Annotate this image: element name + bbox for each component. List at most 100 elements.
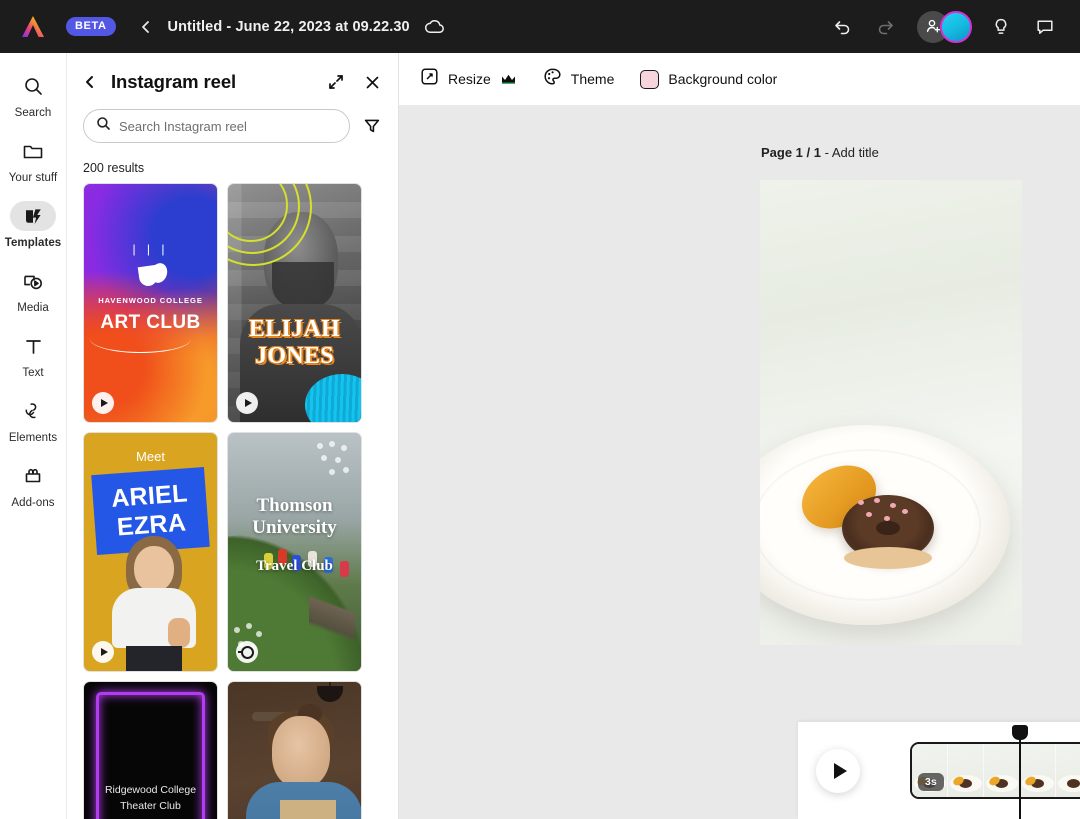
card-subtitle: Ridgewood CollegeTheater Club [84, 782, 217, 814]
collaborators [917, 11, 972, 43]
undo-icon[interactable] [829, 14, 855, 40]
canvas-toolbar: Resize Theme Background color [399, 53, 1080, 105]
sidebar-item-label: Elements [9, 432, 57, 444]
card-subtitle: HAVENWOOD COLLEGE [84, 296, 217, 305]
play-button[interactable] [816, 749, 860, 793]
filter-funnel-icon[interactable] [362, 116, 382, 136]
text-icon [10, 331, 56, 361]
portrait-beard [272, 262, 334, 310]
search-input[interactable] [119, 119, 337, 134]
search-box[interactable] [83, 109, 350, 143]
playhead[interactable] [1019, 736, 1021, 819]
portrait-person [112, 536, 196, 671]
topbar-actions [829, 11, 1080, 43]
timeline-content: 3s + [798, 722, 1080, 819]
scene-list: 3s + [910, 742, 1080, 799]
portrait-head [272, 716, 330, 788]
elements-icon [10, 396, 56, 426]
sidebar-item-addons[interactable]: Add-ons [2, 461, 64, 509]
sidebar-item-media[interactable]: Media [2, 266, 64, 314]
resize-icon [420, 67, 439, 91]
sidebar-item-your-stuff[interactable]: Your stuff [2, 136, 64, 184]
top-bar: BETA Untitled - June 22, 2023 at 09.22.3… [0, 0, 1080, 53]
template-card-art-club[interactable]: | | | HAVENWOOD COLLEGE ART CLUB [83, 183, 218, 423]
sprinkles [844, 498, 932, 540]
background-color-label: Background color [668, 71, 777, 87]
animate-icon[interactable] [236, 641, 258, 663]
templates-panel: Instagram reel 200 [67, 53, 399, 819]
card-logo: HAVENWOOD COLLEGE ART CLUB [84, 262, 217, 334]
results-count: 200 results [67, 143, 398, 183]
sidebar-item-search[interactable]: Search [2, 71, 64, 119]
crown-icon [500, 71, 517, 88]
search-icon [96, 116, 111, 136]
portrait-apron [280, 800, 336, 819]
decorative-dots [315, 441, 355, 481]
sidebar-item-label: Search [15, 107, 52, 119]
scene-clip-1[interactable]: 3s [910, 742, 1080, 799]
resize-button[interactable]: Resize [420, 67, 517, 91]
decorative-lamp [317, 686, 343, 702]
addons-icon [10, 461, 56, 491]
template-card-ariel-ezra[interactable]: Meet ARIELEZRA [83, 432, 218, 672]
page-title[interactable]: Page 1 / 1 - Add title [761, 145, 879, 160]
sidebar-item-elements[interactable]: Elements [2, 396, 64, 444]
card-subtitle: Travel Club [228, 558, 361, 575]
redo-icon[interactable] [873, 14, 899, 40]
template-card-barista[interactable] [227, 681, 362, 819]
template-grid: | | | HAVENWOOD COLLEGE ART CLUB [67, 183, 398, 819]
canvas-area: Resize Theme Background color [399, 53, 1080, 819]
play-icon[interactable] [92, 641, 114, 663]
sidebar-item-label: Text [22, 367, 43, 379]
beta-badge: BETA [66, 17, 116, 36]
document-title[interactable]: Untitled - June 22, 2023 at 09.22.30 [168, 19, 410, 35]
color-swatch-icon [640, 70, 659, 89]
sidebar-item-label: Media [17, 302, 49, 314]
close-icon[interactable] [362, 72, 382, 92]
search-icon [10, 71, 56, 101]
theme-label: Theme [571, 71, 615, 87]
template-card-travel-club[interactable]: ThomsonUniversity Travel Club [227, 432, 362, 672]
play-icon[interactable] [236, 392, 258, 414]
play-icon[interactable] [92, 392, 114, 414]
panel-header-actions [326, 72, 382, 92]
panel-title: Instagram reel [111, 71, 236, 93]
media-icon [10, 266, 56, 296]
sidebar-item-text[interactable]: Text [2, 331, 64, 379]
palette-icon [543, 67, 562, 91]
sidebar-item-label: Templates [5, 237, 61, 249]
template-card-elijah-jones[interactable]: ELIJAHJONES [227, 183, 362, 423]
artboard[interactable] [760, 180, 1022, 645]
scene-duration-badge[interactable]: 3s [918, 773, 944, 791]
sidebar-item-label: Your stuff [9, 172, 57, 184]
adobe-express-logo[interactable] [0, 14, 66, 40]
cloud-saved-icon [424, 19, 446, 35]
card-title: ThomsonUniversity [228, 495, 361, 539]
timeline: 3s + [798, 722, 1080, 819]
templates-icon [10, 201, 56, 231]
background-color-button[interactable]: Background color [640, 70, 777, 89]
panel-search-row [67, 93, 398, 143]
lightbulb-icon[interactable] [988, 14, 1014, 40]
avatar[interactable] [940, 11, 972, 43]
decorative-ticks: | | | [84, 242, 217, 256]
panel-back-button[interactable] [83, 71, 105, 93]
book-logo-icon [131, 262, 171, 288]
page-number: Page 1 / 1 [761, 145, 821, 160]
card-eyebrow: Meet [84, 449, 217, 464]
decorative-squiggle [90, 339, 191, 353]
resize-label: Resize [448, 71, 491, 87]
back-button[interactable] [136, 17, 156, 37]
theme-button[interactable]: Theme [543, 67, 615, 91]
sidebar-item-templates[interactable]: Templates [2, 201, 64, 249]
template-card-theater-club[interactable]: Ridgewood CollegeTheater Club SHOWSTOPPE… [83, 681, 218, 819]
card-title: ELIJAHJONES [228, 316, 361, 370]
left-rail: Search Your stuff Templates Media [0, 53, 67, 819]
app-root: BETA Untitled - June 22, 2023 at 09.22.3… [0, 0, 1080, 819]
folder-icon [10, 136, 56, 166]
comment-icon[interactable] [1032, 14, 1058, 40]
panel-header: Instagram reel [67, 53, 398, 93]
card-title: ART CLUB [84, 312, 217, 334]
sidebar-item-label: Add-ons [11, 497, 54, 509]
expand-diagonal-icon[interactable] [326, 72, 346, 92]
